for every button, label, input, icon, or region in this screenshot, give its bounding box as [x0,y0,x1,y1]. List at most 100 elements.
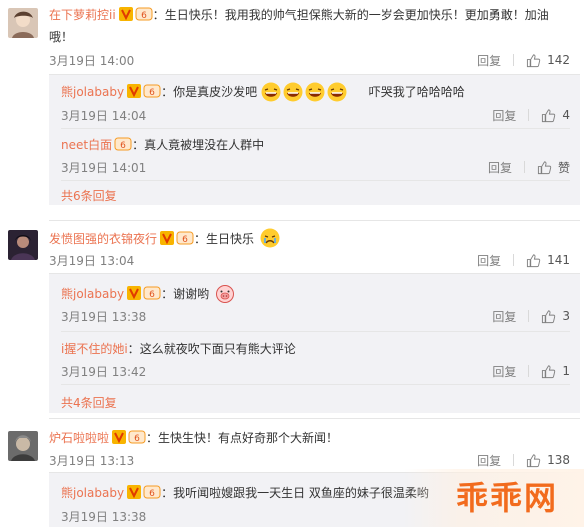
watermark: 乖乖网 [404,469,584,527]
reply-list: 熊jolababy 6 ：谢谢哟 3月19日 13:38 回复 3 i握不住的她i：… [49,273,580,413]
like-button[interactable]: 138 [526,453,570,468]
svg-text:6: 6 [149,290,155,300]
reply-actions: 回复 3 [492,307,570,325]
reply-actions: 回复 1 [492,362,570,380]
divider [49,220,580,221]
member-badge-icon: 6 [143,485,161,499]
separator: ： [132,138,145,152]
reply-item: i握不住的她i：这么就夜吹下面只有熊大评论 3月19日 13:42 回复 1 [61,332,570,384]
verified-v-icon [160,231,175,245]
svg-text:6: 6 [182,235,188,245]
avatar[interactable] [8,431,38,461]
reply-time: 3月19日 13:42 [61,365,147,379]
verified-v-icon [112,430,127,444]
reply-item: 熊jolababy 6 ：谢谢哟 3月19日 13:38 回复 3 [61,274,570,327]
reply-button[interactable]: 回复 [477,252,501,269]
divider [61,384,570,385]
svg-text:6: 6 [134,434,140,444]
like-count: 1 [562,364,570,378]
reply-time: 3月19日 14:01 [61,161,147,175]
thumbs-up-icon [542,364,556,378]
reply-username[interactable]: neet白面 [61,138,112,152]
comment-text: 生日快乐 [206,232,255,246]
avatar[interactable] [8,230,38,260]
emoji-group [261,82,347,102]
like-button[interactable]: 142 [526,53,570,68]
more-replies-link[interactable]: 共4条回复 [61,394,117,411]
reply-username[interactable]: i握不住的她i [61,342,128,356]
comment-body: 炉石啦啦啦 6 ：生快生快！有点好奇那个大新闻！ [49,427,562,449]
reply-body: 熊jolababy 6 ：我听闻啦嫂跟我一天生日 双鱼座的妹子很温柔哟 [61,483,429,503]
svg-text:6: 6 [120,141,126,151]
like-count: 赞 [557,160,570,175]
reply-button[interactable]: 回复 [477,452,501,469]
like-button[interactable]: 赞 [537,159,570,176]
comment-actions: 回复 142 [477,51,570,69]
thumbs-up-icon [537,160,552,174]
comment-time: 3月19日 14:00 [49,54,135,68]
avatar[interactable] [8,8,38,38]
reply-actions: 回复 赞 [488,158,570,176]
like-button[interactable]: 1 [541,364,570,379]
reply-time: 3月19日 13:38 [61,510,147,524]
watermark-text: 乖乖网 [455,479,558,517]
like-button[interactable]: 3 [541,309,570,324]
reply-text: 真人竟被埋没在人群中 [144,138,265,152]
reply-text: 这么就夜吹下面只有熊大评论 [139,342,296,356]
reply-list: 熊jolababy 6 ：你是真皮沙发吧 吓哭我了哈哈哈哈 3月19日 14:04 … [49,74,580,205]
separator: ： [152,8,165,22]
separator: ： [161,85,174,99]
thumbs-up-icon [542,309,556,323]
reply-button[interactable]: 回复 [488,159,512,176]
comment-username[interactable]: 发愤图强的衣锦夜行 [49,232,157,246]
more-replies-link[interactable]: 共6条回复 [61,187,117,204]
divider [528,109,530,121]
like-count: 3 [562,309,570,323]
comment-body: 发愤图强的衣锦夜行 6 ：生日快乐 [49,228,562,250]
reply-button[interactable]: 回复 [492,107,516,124]
divider [528,365,530,377]
member-badge-icon: 6 [176,231,194,245]
comment-username[interactable]: 炉石啦啦啦 [49,431,109,445]
reply-time: 3月19日 14:04 [61,109,147,123]
reply-button[interactable]: 回复 [492,363,516,380]
verified-v-icon [127,485,142,499]
pig-emoji-icon [215,285,234,303]
comment-item: 发愤图强的衣锦夜行 6 ：生日快乐 3月19日 13:04 回复 141 熊jola… [0,222,584,418]
comment-time: 3月19日 13:13 [49,454,135,468]
reply-body: 熊jolababy 6 ：谢谢哟 [61,283,235,304]
reply-button[interactable]: 回复 [477,52,501,69]
reply-username[interactable]: 熊jolababy [61,486,124,500]
separator: ： [161,287,174,301]
divider [61,180,570,181]
thumbs-up-icon [542,108,556,122]
comment-actions: 回复 141 [477,251,570,269]
reply-text: 我听闻啦嫂跟我一天生日 双鱼座的妹子很温柔哟 [173,486,429,500]
like-button[interactable]: 4 [541,108,570,123]
like-count: 142 [547,53,570,67]
svg-text:6: 6 [141,11,147,21]
reply-username[interactable]: 熊jolababy [61,287,124,301]
thumbs-up-icon [527,53,541,67]
separator: ： [194,232,207,246]
separator: ： [161,486,174,500]
comment-actions: 回复 138 [477,451,570,469]
separator: ： [146,431,159,445]
reply-time: 3月19日 13:38 [61,310,147,324]
verified-v-icon [127,286,142,300]
comment-body: 在下萝莉控ii 6 ：生日快乐！我用我的帅气担保熊大新的一岁会更加快乐！更加勇敢！加… [49,4,562,48]
comment-username[interactable]: 在下萝莉控ii [49,8,116,22]
reply-body: i握不住的她i：这么就夜吹下面只有熊大评论 [61,339,296,359]
divider [513,254,515,266]
member-badge-icon: 6 [135,7,153,21]
member-badge-icon: 6 [143,286,161,300]
like-count: 141 [547,253,570,267]
reply-text-tail: 吓哭我了哈哈哈哈 [368,85,465,99]
reply-button[interactable]: 回复 [492,308,516,325]
reply-username[interactable]: 熊jolababy [61,85,124,99]
reply-item: neet白面 6 ：真人竟被埋没在人群中 3月19日 14:01 回复 赞 [61,129,570,179]
divider [49,418,580,419]
like-button[interactable]: 141 [526,253,570,268]
separator: ： [127,342,140,356]
member-badge-icon: 6 [143,84,161,98]
